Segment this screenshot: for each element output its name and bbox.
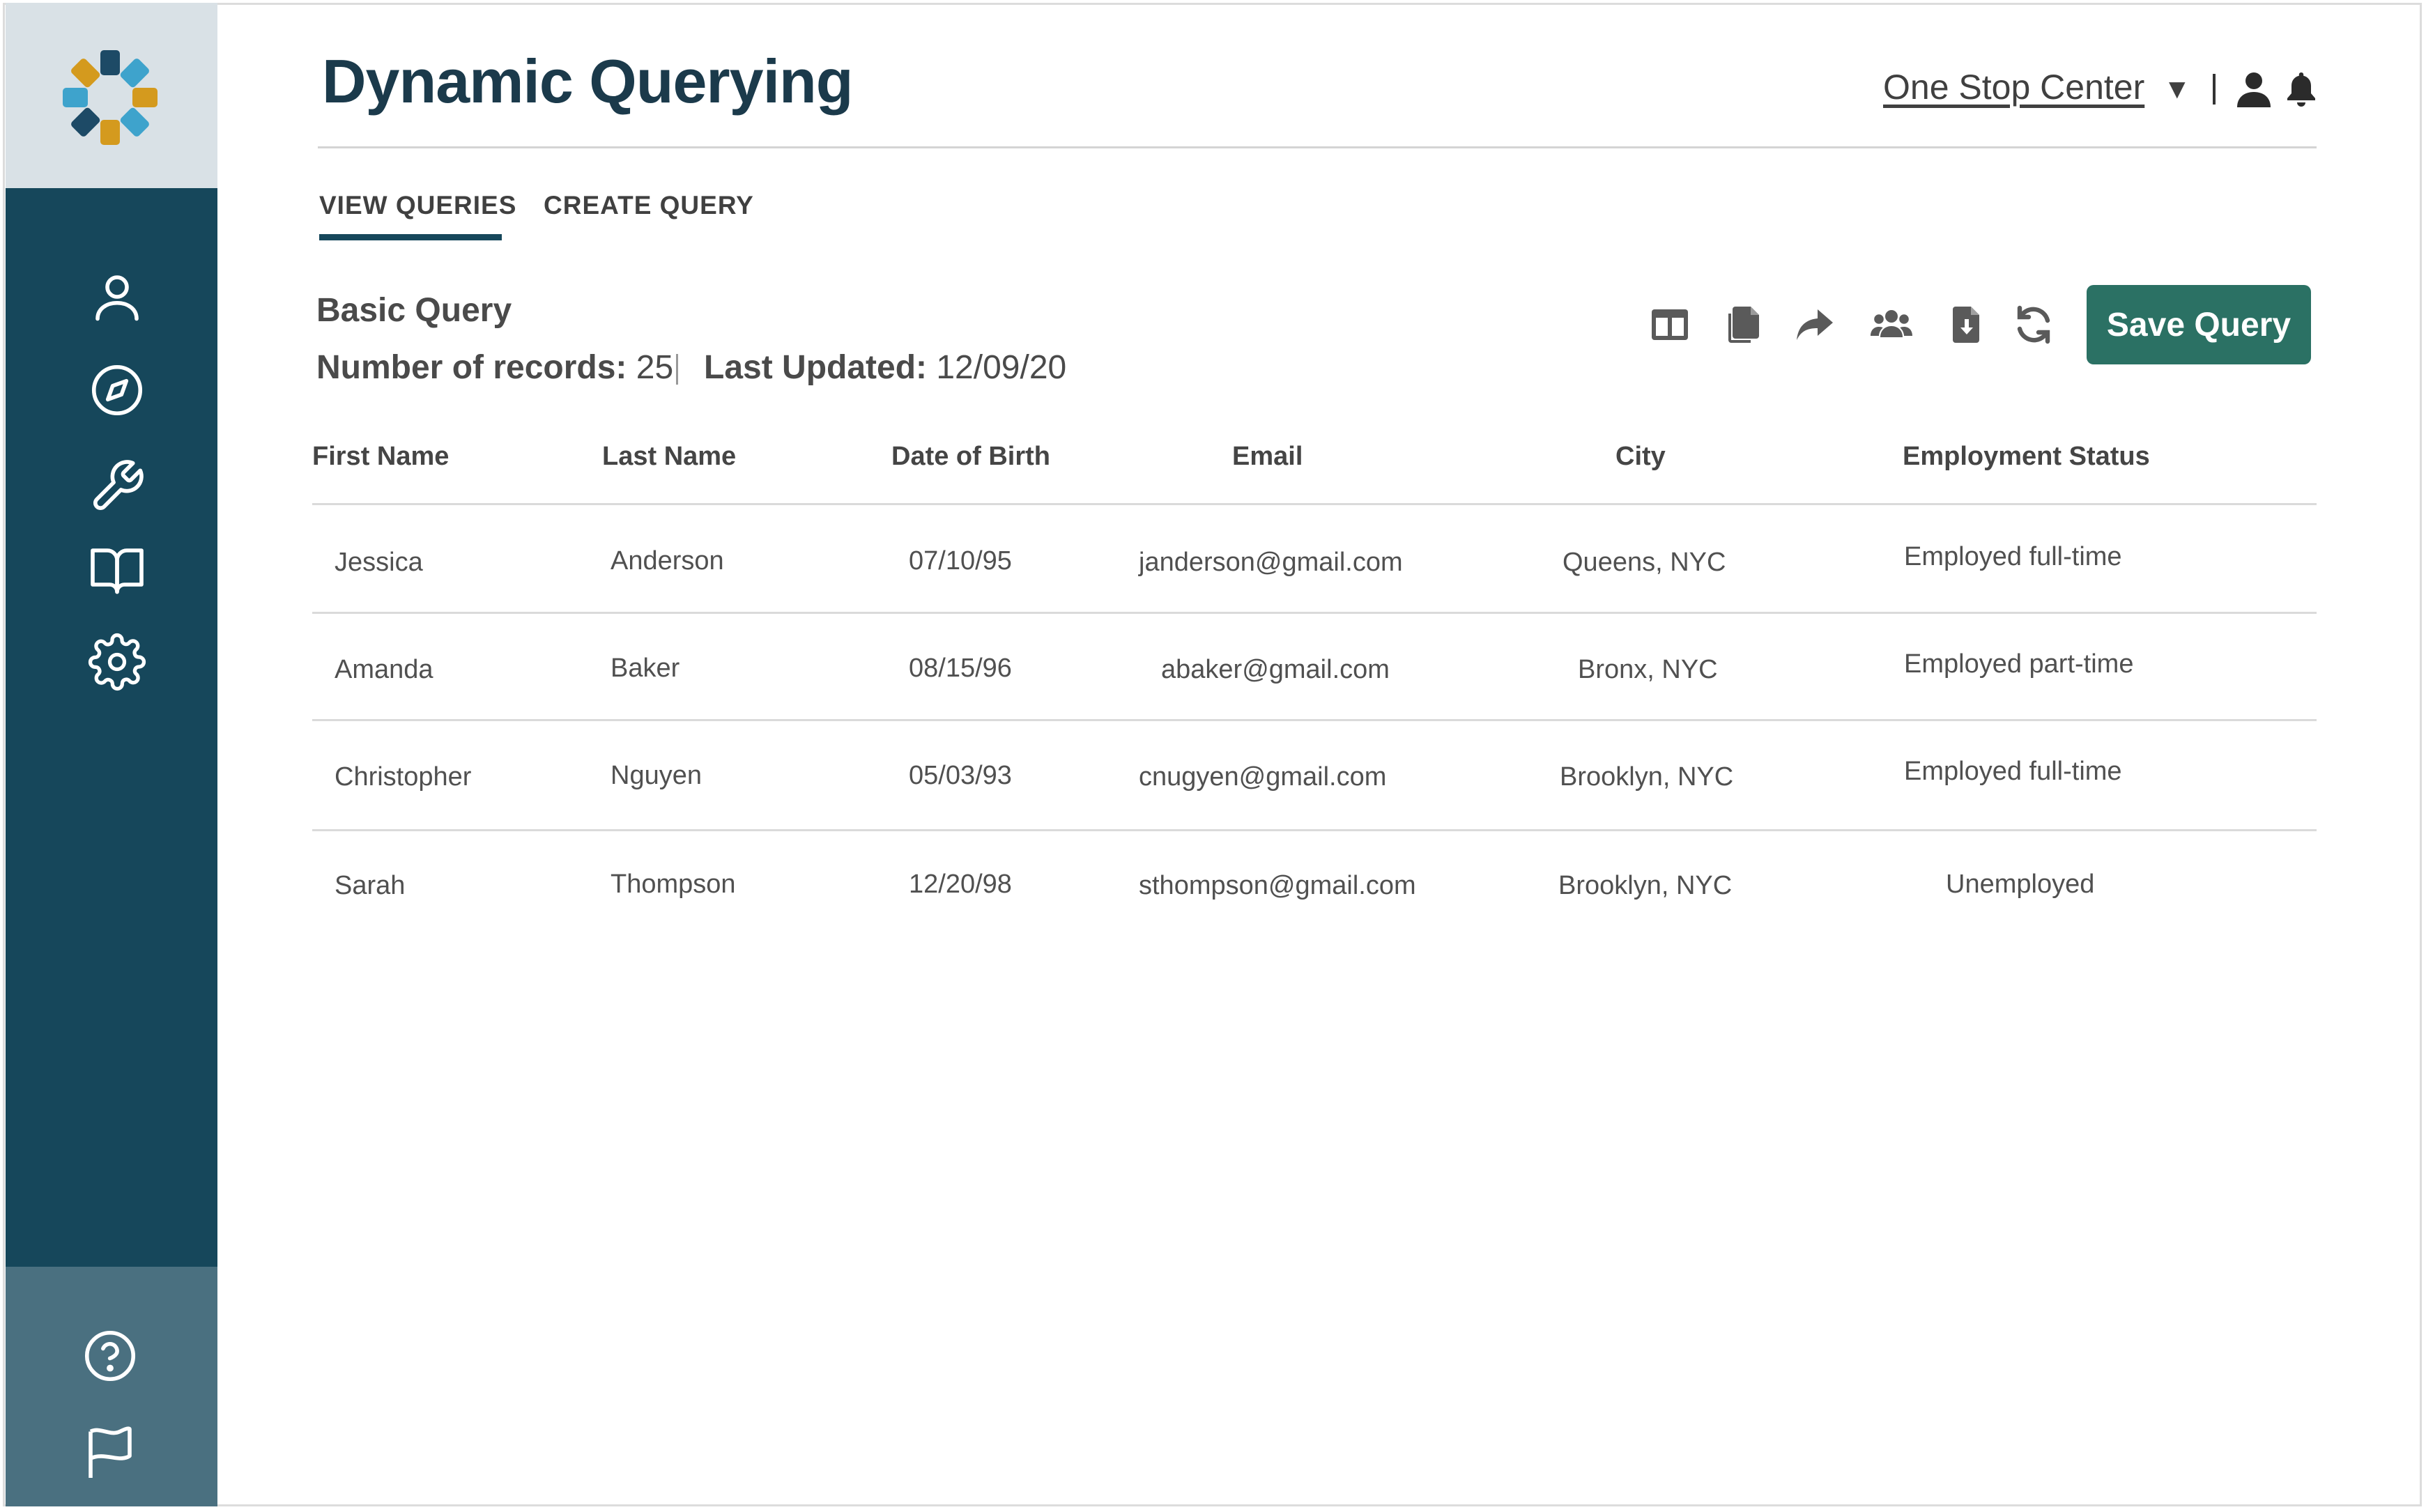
cell-email: sthompson@gmail.com (1139, 871, 1416, 900)
cell-date-of-birth: 12/20/98 (909, 870, 1012, 899)
column-header-first-name[interactable]: First Name (312, 442, 449, 472)
cell-employment-status: Employed part-time (1904, 649, 2134, 679)
last-updated: Last Updated: 12/09/20 (704, 348, 1066, 387)
header-divider-line (318, 146, 2317, 148)
app-frame (3, 3, 2422, 1506)
notifications-button[interactable] (2286, 71, 2319, 107)
cell-employment-status: Employed full-time (1904, 757, 2122, 786)
cell-email: janderson@gmail.com (1139, 548, 1403, 577)
cell-date-of-birth: 08/15/96 (909, 654, 1012, 683)
organization-selector[interactable]: One Stop Center (1883, 67, 2144, 107)
tab-create-query[interactable]: CREATE QUERY (544, 191, 754, 220)
row-divider (312, 829, 2317, 831)
cell-last-name: Nguyen (611, 761, 702, 790)
share-button[interactable] (1792, 302, 1837, 347)
columns-icon (1652, 309, 1688, 340)
cell-email: cnugyen@gmail.com (1139, 762, 1387, 792)
sidebar-item-explore[interactable] (88, 361, 146, 419)
cell-last-name: Baker (611, 654, 680, 683)
chevron-down-icon[interactable]: ▼ (2163, 74, 2191, 105)
save-query-button[interactable]: Save Query (2087, 285, 2311, 364)
sidebar-item-resources[interactable] (88, 541, 146, 599)
column-header-email[interactable]: Email (1232, 442, 1303, 472)
sidebar-item-tools[interactable] (88, 457, 146, 516)
cell-last-name: Thompson (611, 870, 736, 899)
record-count-value: 25 (636, 349, 674, 386)
last-updated-label: Last Updated: (704, 349, 928, 386)
cell-city: Queens, NYC (1563, 548, 1726, 577)
row-divider (312, 719, 2317, 721)
account-button[interactable] (2237, 71, 2271, 107)
gear-icon (88, 633, 146, 691)
header-divider (2213, 74, 2216, 105)
export-button[interactable] (1944, 302, 1989, 347)
active-tab-indicator (319, 234, 502, 240)
cell-city: Brooklyn, NYC (1558, 871, 1733, 900)
column-header-last-name[interactable]: Last Name (602, 442, 736, 472)
column-header-city[interactable]: City (1615, 442, 1666, 472)
column-header-date-of-birth[interactable]: Date of Birth (891, 442, 1050, 472)
cell-date-of-birth: 05/03/93 (909, 761, 1012, 790)
cell-first-name: Christopher (335, 762, 472, 792)
wrench-icon (93, 460, 144, 510)
sidebar-item-settings[interactable] (88, 633, 146, 691)
cell-email: abaker@gmail.com (1161, 655, 1390, 684)
cell-first-name: Sarah (335, 871, 406, 900)
help-circle-icon (84, 1330, 136, 1382)
compass-icon (91, 364, 143, 416)
download-file-icon (1953, 307, 1979, 343)
meta-divider (676, 354, 678, 385)
sidebar-item-profile[interactable] (88, 268, 146, 326)
tab-view-queries[interactable]: VIEW QUERIES (319, 191, 516, 220)
bell-icon (2287, 72, 2315, 107)
columns-button[interactable] (1648, 302, 1692, 347)
sidebar-bottom (6, 1267, 217, 1506)
sidebar (6, 3, 217, 1506)
copy-icon (1728, 307, 1759, 343)
users-icon (1871, 310, 1912, 337)
user-icon (95, 275, 139, 321)
sidebar-item-help[interactable] (81, 1327, 139, 1385)
book-icon (91, 548, 144, 594)
share-icon (1797, 309, 1833, 340)
cell-city: Brooklyn, NYC (1560, 762, 1734, 792)
column-header-employment-status[interactable]: Employment Status (1903, 442, 2150, 472)
cell-city: Bronx, NYC (1578, 655, 1718, 684)
record-count: Number of records: 25 (316, 348, 673, 387)
sidebar-item-report[interactable] (81, 1424, 139, 1483)
record-count-label: Number of records: (316, 349, 627, 386)
header-divider (312, 503, 2317, 505)
cell-employment-status: Employed full-time (1904, 542, 2122, 571)
page-title: Dynamic Querying (322, 47, 854, 116)
query-name: Basic Query (316, 292, 512, 329)
cell-first-name: Jessica (335, 548, 423, 577)
logo-icon (63, 50, 158, 145)
cell-employment-status: Unemployed (1946, 870, 2095, 899)
row-divider (312, 612, 2317, 614)
refresh-icon (2017, 305, 2050, 344)
share-with-users-button[interactable] (1869, 302, 1914, 347)
copy-button[interactable] (1720, 302, 1765, 347)
cell-first-name: Amanda (335, 655, 433, 684)
flag-icon (89, 1426, 132, 1478)
logo-area[interactable] (6, 3, 217, 188)
refresh-button[interactable] (2011, 302, 2056, 347)
last-updated-value: 12/09/20 (936, 349, 1067, 386)
user-filled-icon (2237, 72, 2271, 107)
cell-date-of-birth: 07/10/95 (909, 546, 1012, 576)
cell-last-name: Anderson (611, 546, 724, 576)
